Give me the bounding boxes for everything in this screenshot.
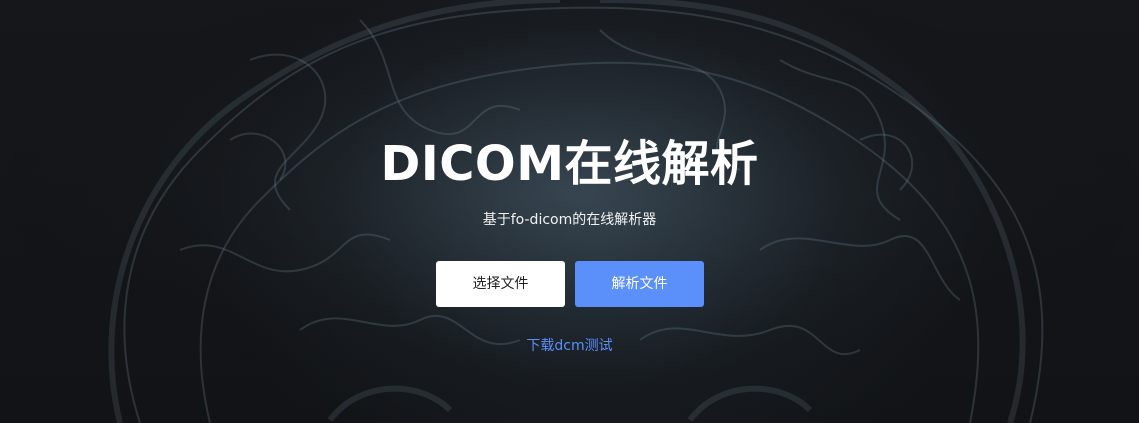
page-title: DICOM在线解析 — [380, 136, 759, 192]
page-subtitle: 基于fo-dicom的在线解析器 — [482, 212, 657, 228]
download-test-link[interactable]: 下载dcm测试 — [526, 338, 612, 354]
download-test-link-container: 下载dcm测试 — [0, 336, 1139, 356]
hero-section: DICOM在线解析 基于fo-dicom的在线解析器 选择文件 解析文件 下载d… — [0, 0, 1139, 423]
parse-file-button[interactable]: 解析文件 — [575, 261, 704, 307]
choose-file-button[interactable]: 选择文件 — [436, 261, 565, 307]
hero-content: DICOM在线解析 基于fo-dicom的在线解析器 选择文件 解析文件 下载d… — [0, 0, 1139, 423]
